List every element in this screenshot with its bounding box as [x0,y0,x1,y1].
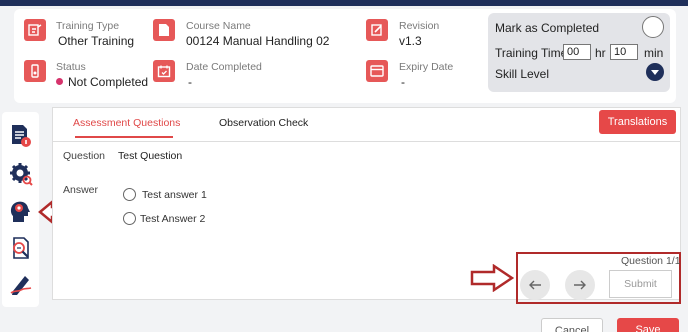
date-completed-label: Date Completed [186,61,262,73]
minutes-unit: min [644,46,664,60]
chevron-down-icon [651,69,659,75]
answer-text-1: Test answer 1 [142,189,207,201]
revision-value: v1.3 [399,34,422,48]
arrow-right-icon [574,280,586,290]
cancel-button[interactable]: Cancel [541,318,603,332]
training-type-value: Other Training [58,34,135,48]
sidebar-item-document-info[interactable] [9,124,33,148]
sidebar [2,112,39,307]
active-tab-indicator [75,136,173,138]
mark-completed-label: Mark as Completed [495,21,600,35]
revision-icon [366,19,388,41]
status-dot-icon [56,78,63,85]
answer-radio-1[interactable] [123,188,136,201]
expiry-date-icon [366,60,388,82]
arrow-left-icon [529,280,541,290]
document-search-icon [13,237,29,259]
status-text: Not Completed [68,75,149,89]
training-time-label: Training Time [495,46,568,60]
training-type-icon [24,19,46,41]
answer-text-2: Test Answer 2 [140,213,206,225]
status-icon [24,60,46,82]
submit-button[interactable]: Submit [609,270,672,298]
question-label: Question [63,150,106,162]
status-label: Status [56,61,86,73]
signature-pen-icon [10,276,32,295]
sidebar-item-signature[interactable] [9,272,33,296]
hours-input[interactable]: 00 [563,44,591,60]
head-gear-icon [10,201,30,222]
hours-unit: hr [595,46,606,60]
course-name-label: Course Name [186,20,251,32]
status-value: Not Completed [56,75,148,89]
sidebar-item-gear-search[interactable] [9,162,33,186]
question-text: Test Question [118,150,183,162]
completion-panel: Mark as Completed Training Time 00 hr 10… [488,13,670,92]
expiry-date-label: Expiry Date [399,61,454,73]
revision-label: Revision [399,20,440,32]
skill-level-dropdown[interactable] [646,63,664,81]
sidebar-item-skills[interactable] [9,199,33,223]
minutes-input[interactable]: 10 [610,44,638,60]
course-name-icon [153,19,175,41]
expiry-date-value: - [401,75,405,89]
mark-completed-toggle[interactable] [642,16,664,38]
course-name-value: 00124 Manual Handling 02 [186,34,330,48]
previous-question-button[interactable] [520,270,550,300]
skill-level-label: Skill Level [495,67,550,81]
tab-observation-check[interactable]: Observation Check [219,117,308,129]
document-info-icon [12,125,31,147]
calendar-icon [153,60,175,82]
save-button[interactable]: Save [617,318,679,332]
tab-bar: Assessment Questions Observation Check T… [53,108,680,142]
tab-assessment-questions[interactable]: Assessment Questions [73,117,180,129]
translations-button[interactable]: Translations [599,110,676,134]
next-question-button[interactable] [565,270,595,300]
date-completed-value: - [188,75,192,89]
training-header: Training Type Other Training Course Name… [14,9,676,103]
training-type-label: Training Type [56,20,120,32]
gear-search-icon [10,163,33,186]
sidebar-item-document-search[interactable] [9,236,33,260]
answer-radio-2[interactable] [123,212,136,225]
answer-label: Answer [63,184,99,196]
highlight-arrow-navigation [470,264,514,292]
question-counter: Question 1/1 [621,255,681,267]
